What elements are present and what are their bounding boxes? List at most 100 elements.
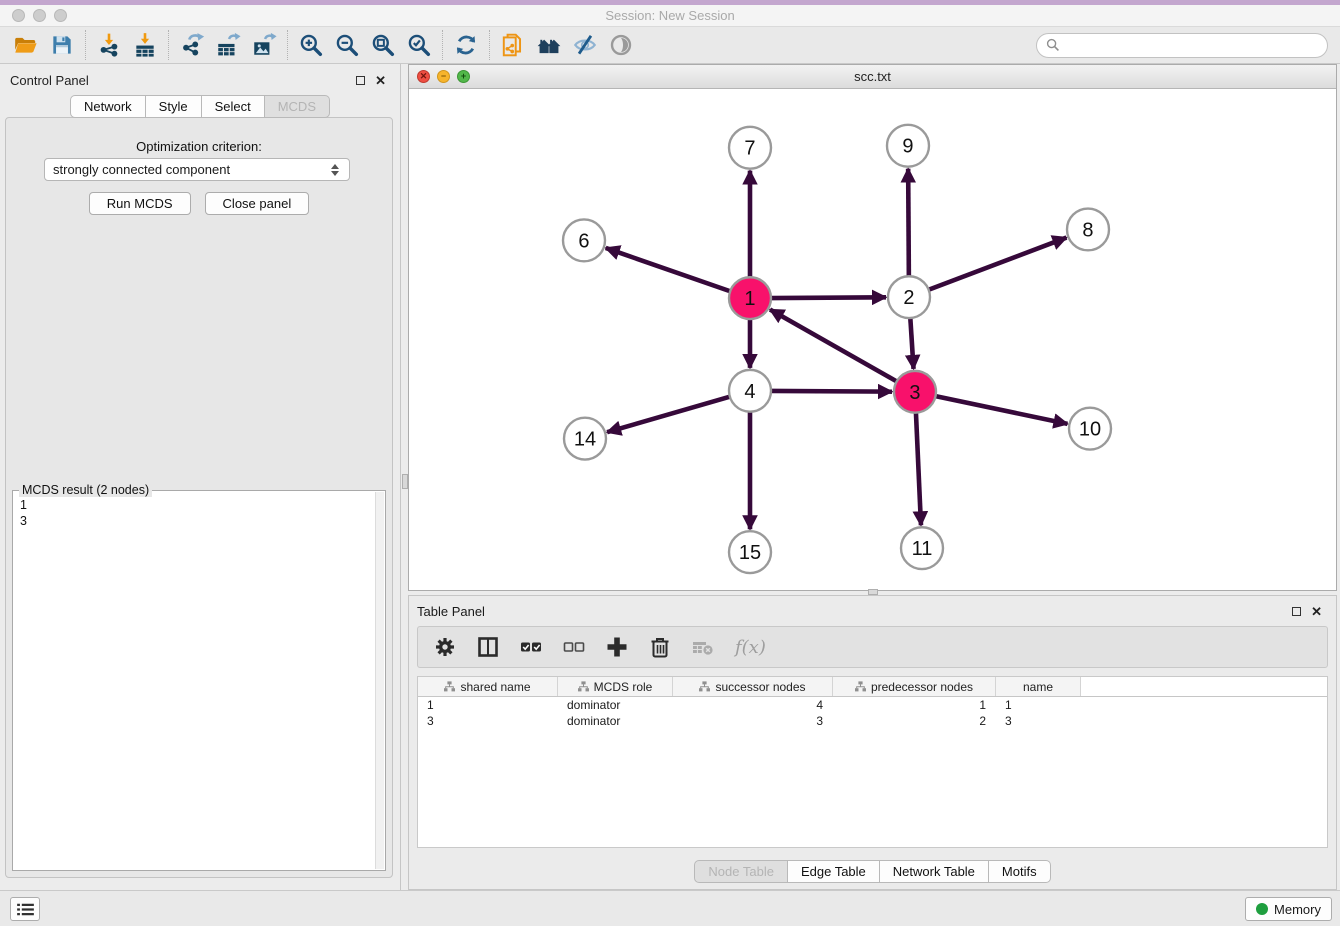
graph-edge-3-11[interactable] bbox=[916, 413, 921, 526]
function-builder-button[interactable]: f(x) bbox=[735, 637, 766, 658]
column-header-MCDS-role[interactable]: MCDS role bbox=[558, 677, 673, 696]
home-view-button[interactable] bbox=[531, 29, 567, 61]
split-columns-icon bbox=[477, 636, 499, 658]
graph-edge-3-10[interactable] bbox=[936, 396, 1068, 424]
graph-edge-4-3[interactable] bbox=[771, 391, 892, 392]
graph-node-label-15: 15 bbox=[739, 542, 761, 564]
float-panel-button[interactable] bbox=[356, 76, 365, 85]
search-icon bbox=[1046, 38, 1060, 52]
vertical-splitter[interactable] bbox=[400, 64, 408, 890]
zoom-in-icon bbox=[298, 32, 324, 58]
network-canvas[interactable]: 7968124314101511 bbox=[409, 90, 1336, 590]
mcds-result-text[interactable]: 1 3 bbox=[14, 492, 374, 869]
network-window: ✕ − + scc.txt 7968124314101511 bbox=[408, 64, 1337, 591]
zoom-in-button[interactable] bbox=[293, 29, 329, 61]
split-view-button[interactable] bbox=[477, 636, 499, 658]
column-settings-button[interactable] bbox=[434, 636, 456, 658]
zoom-selected-button[interactable] bbox=[401, 29, 437, 61]
tab-mcds[interactable]: MCDS bbox=[265, 95, 330, 118]
zoom-fit-button[interactable] bbox=[365, 29, 401, 61]
optimization-criterion-label: Optimization criterion: bbox=[6, 139, 392, 154]
table-panel-header: Table Panel ✕ bbox=[409, 600, 1336, 622]
graph-edge-4-14[interactable] bbox=[607, 397, 730, 433]
table-row[interactable]: 3dominator323 bbox=[418, 713, 1327, 729]
import-table-button[interactable] bbox=[127, 29, 163, 61]
graph-edge-1-2[interactable] bbox=[771, 297, 886, 298]
open-session-button[interactable] bbox=[8, 29, 44, 61]
tab-motifs[interactable]: Motifs bbox=[989, 860, 1051, 883]
tab-select[interactable]: Select bbox=[202, 95, 265, 118]
network-zoom-button[interactable]: + bbox=[457, 70, 470, 83]
graph-edge-2-9[interactable] bbox=[908, 169, 909, 277]
run-mcds-button[interactable]: Run MCDS bbox=[89, 192, 191, 215]
select-all-checks-button[interactable] bbox=[520, 636, 542, 658]
table-body: 1dominator4113dominator323 bbox=[418, 697, 1327, 729]
optimization-criterion-dropdown[interactable]: strongly connected component bbox=[44, 158, 350, 181]
export-table-button[interactable] bbox=[210, 29, 246, 61]
graph-node-label-6: 6 bbox=[578, 230, 589, 252]
search-input[interactable] bbox=[1066, 38, 1318, 53]
app-window: Session: New Session bbox=[0, 0, 1340, 926]
import-network-button[interactable] bbox=[91, 29, 127, 61]
export-table-icon bbox=[215, 32, 241, 58]
clone-network-button[interactable] bbox=[495, 29, 531, 61]
network-minimize-button[interactable]: − bbox=[437, 70, 450, 83]
trash-icon bbox=[649, 636, 671, 658]
toolbar-separator bbox=[442, 30, 443, 60]
graph-edge-3-1[interactable] bbox=[770, 310, 897, 382]
node-table[interactable]: shared nameMCDS rolesuccessor nodesprede… bbox=[417, 676, 1328, 848]
mcds-result-scrollbar[interactable] bbox=[375, 492, 384, 869]
horizontal-splitter-handle[interactable] bbox=[868, 589, 878, 595]
import-table-icon bbox=[132, 32, 158, 58]
tab-network-table[interactable]: Network Table bbox=[880, 860, 989, 883]
close-panel-button-inner[interactable]: Close panel bbox=[205, 192, 310, 215]
graph-node-label-7: 7 bbox=[744, 138, 755, 160]
dropdown-stepper-icon bbox=[331, 164, 341, 176]
cell-MCDS-role: dominator bbox=[558, 714, 673, 728]
delete-table-icon bbox=[692, 636, 714, 658]
table-close-button[interactable]: ✕ bbox=[1311, 605, 1322, 618]
checked-boxes-icon bbox=[520, 636, 542, 658]
export-network-button[interactable] bbox=[174, 29, 210, 61]
memory-button[interactable]: Memory bbox=[1245, 897, 1332, 921]
refresh-layout-button[interactable] bbox=[448, 29, 484, 61]
export-image-button[interactable] bbox=[246, 29, 282, 61]
dropdown-value: strongly connected component bbox=[53, 162, 230, 177]
delete-table-button[interactable] bbox=[692, 636, 714, 658]
show-all-button[interactable] bbox=[603, 29, 639, 61]
column-header-shared-name[interactable]: shared name bbox=[418, 677, 558, 696]
column-header-successor-nodes[interactable]: successor nodes bbox=[673, 677, 833, 696]
table-row[interactable]: 1dominator411 bbox=[418, 697, 1327, 713]
tab-style[interactable]: Style bbox=[146, 95, 202, 118]
search-field[interactable] bbox=[1036, 33, 1328, 58]
clear-all-checks-button[interactable] bbox=[563, 636, 585, 658]
column-header-predecessor-nodes[interactable]: predecessor nodes bbox=[833, 677, 996, 696]
graph-edge-1-6[interactable] bbox=[606, 248, 730, 291]
status-bar: Memory bbox=[0, 890, 1340, 926]
tab-edge-table[interactable]: Edge Table bbox=[788, 860, 880, 883]
tab-node-table[interactable]: Node Table bbox=[694, 860, 788, 883]
close-panel-button[interactable]: ✕ bbox=[375, 74, 386, 87]
task-history-button[interactable] bbox=[10, 897, 40, 921]
tab-network[interactable]: Network bbox=[70, 95, 146, 118]
cell-predecessor-nodes: 1 bbox=[833, 698, 996, 712]
column-header-filler bbox=[1081, 677, 1327, 696]
hide-selected-button[interactable] bbox=[567, 29, 603, 61]
hierarchy-icon bbox=[578, 681, 589, 692]
delete-row-button[interactable] bbox=[649, 636, 671, 658]
export-network-icon bbox=[179, 32, 205, 58]
mcds-panel-body: Optimization criterion: strongly connect… bbox=[5, 117, 393, 878]
graph-edge-2-8[interactable] bbox=[929, 238, 1067, 290]
zoom-out-button[interactable] bbox=[329, 29, 365, 61]
eye-slash-icon bbox=[572, 32, 598, 58]
save-session-button[interactable] bbox=[44, 29, 80, 61]
graph-node-label-1: 1 bbox=[744, 288, 755, 310]
add-row-button[interactable] bbox=[606, 636, 628, 658]
table-float-button[interactable] bbox=[1292, 607, 1301, 616]
network-close-button[interactable]: ✕ bbox=[417, 70, 430, 83]
table-header-row: shared nameMCDS rolesuccessor nodesprede… bbox=[418, 677, 1327, 697]
graph-edge-2-3[interactable] bbox=[910, 318, 913, 369]
table-panel-title: Table Panel bbox=[417, 604, 485, 619]
eye-icon bbox=[608, 32, 634, 58]
column-header-name[interactable]: name bbox=[996, 677, 1081, 696]
